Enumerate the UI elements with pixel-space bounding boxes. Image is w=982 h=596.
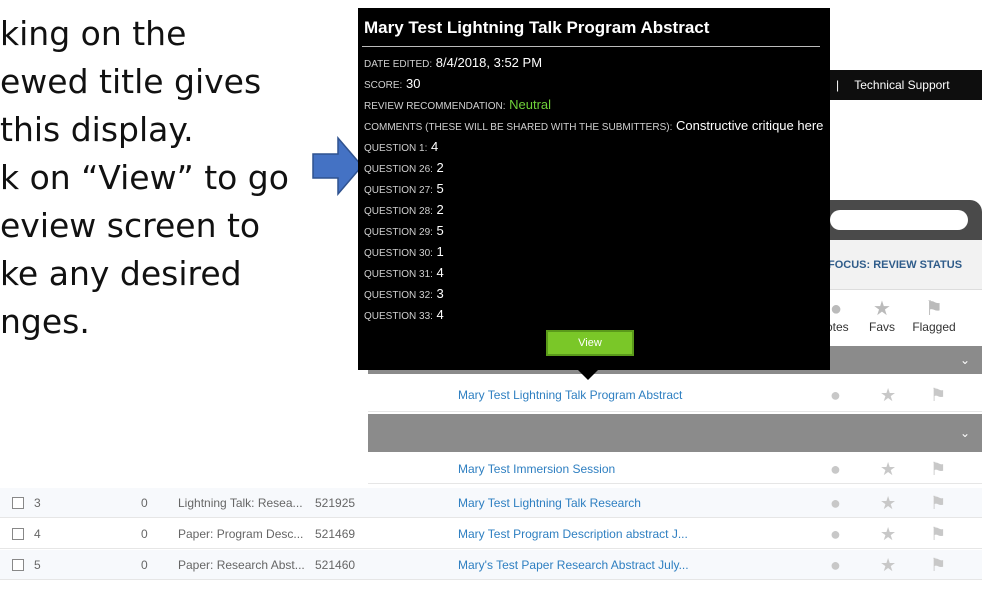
view-button[interactable]: View	[546, 330, 634, 356]
row-type: Lightning Talk: Resea...	[178, 496, 303, 510]
favs-column-label: Favs	[868, 320, 895, 334]
question-label: QUESTION 30:	[364, 248, 433, 259]
star-icon[interactable]: ★	[880, 555, 896, 576]
row-number: 3	[34, 496, 41, 510]
popup-pointer	[578, 370, 598, 380]
table-row[interactable]: 4 0 Paper: Program Desc... 521469 Mary T…	[0, 519, 982, 549]
flag-icon[interactable]: ⚑	[930, 555, 946, 576]
question-label: QUESTION 26:	[364, 164, 433, 175]
flag-icon[interactable]: ⚑	[930, 385, 946, 406]
date-edited-value: 8/4/2018, 3:52 PM	[435, 55, 543, 70]
flag-icon: ⚑	[925, 298, 943, 320]
score-value: 30	[405, 76, 421, 91]
star-icon[interactable]: ★	[880, 493, 896, 514]
question-value: 3	[436, 286, 444, 301]
question-value: 4	[430, 139, 439, 154]
recommendation-value: Neutral	[509, 97, 552, 112]
row-score: 0	[141, 558, 148, 572]
score-label: SCORE:	[364, 80, 403, 91]
row-checkbox[interactable]	[12, 497, 24, 509]
comments-label: COMMENTS (THESE WILL BE SHARED WITH THE …	[364, 122, 673, 133]
question-value: 2	[436, 160, 444, 175]
chevron-down-icon: ⌄	[959, 426, 970, 440]
row-checkbox[interactable]	[12, 528, 24, 540]
review-details: DATE EDITED: 8/4/2018, 3:52 PM SCORE: 30…	[364, 53, 824, 326]
question-label: QUESTION 1:	[364, 143, 428, 154]
submission-title-link[interactable]: Mary Test Immersion Session	[458, 462, 615, 476]
slide-line: king on the	[0, 14, 187, 53]
table-row[interactable]: Mary Test Lightning Talk Program Abstrac…	[368, 380, 982, 412]
focus-review-status[interactable]: FOCUS: REVIEW STATUS	[822, 240, 982, 290]
slide-line: ke any desired	[0, 254, 242, 293]
row-checkbox[interactable]	[12, 559, 24, 571]
question-label: QUESTION 31:	[364, 269, 433, 280]
table-row[interactable]: 3 0 Lightning Talk: Resea... 521925 Mary…	[0, 488, 982, 518]
speech-bubble-icon[interactable]: ●	[830, 555, 841, 576]
top-bar-separator: |	[836, 78, 840, 92]
popup-divider	[362, 46, 820, 47]
question-value: 5	[436, 223, 444, 238]
flagged-column-label: Flagged	[912, 320, 956, 334]
row-number: 5	[34, 558, 41, 572]
slide-line: k on “View” to go	[0, 158, 289, 197]
question-value: 4	[436, 265, 444, 280]
row-score: 0	[141, 527, 148, 541]
row-number: 4	[34, 527, 41, 541]
slide-line: eview screen to	[0, 206, 261, 245]
question-label: QUESTION 33:	[364, 311, 433, 322]
recommendation-label: REVIEW RECOMMENDATION:	[364, 101, 506, 112]
question-value: 1	[436, 244, 444, 259]
chevron-down-icon: ⌄	[959, 353, 970, 367]
star-icon: ★	[873, 298, 891, 320]
question-label: QUESTION 32:	[364, 290, 433, 301]
search-panel	[822, 200, 982, 240]
submission-title-link[interactable]: Mary Test Lightning Talk Program Abstrac…	[458, 388, 682, 402]
speech-bubble-icon[interactable]: ●	[830, 493, 841, 514]
flagged-column[interactable]: ⚑ Flagged	[910, 298, 958, 334]
slide-line: this display.	[0, 110, 194, 149]
speech-bubble-icon[interactable]: ●	[830, 385, 841, 406]
question-label: QUESTION 27:	[364, 185, 433, 196]
question-value: 2	[436, 202, 444, 217]
flag-icon[interactable]: ⚑	[930, 524, 946, 545]
group-header[interactable]: ⌄	[368, 414, 982, 452]
submission-title-link[interactable]: Mary Test Program Description abstract J…	[458, 527, 688, 541]
row-type: Paper: Program Desc...	[178, 527, 304, 541]
question-label: QUESTION 28:	[364, 206, 433, 217]
right-arrow-icon	[312, 136, 363, 196]
table-row[interactable]: Mary Test Immersion Session ● ★ ⚑	[368, 454, 982, 484]
search-input[interactable]	[830, 210, 968, 230]
star-icon[interactable]: ★	[880, 385, 896, 406]
star-icon[interactable]: ★	[880, 524, 896, 545]
row-type: Paper: Research Abst...	[178, 558, 305, 572]
row-id: 521469	[315, 527, 356, 541]
speech-bubble-icon[interactable]: ●	[830, 524, 841, 545]
flag-icon[interactable]: ⚑	[930, 459, 946, 480]
top-bar: | Technical Support	[822, 70, 982, 100]
speech-bubble-icon[interactable]: ●	[830, 459, 841, 480]
question-value: 4	[436, 307, 444, 322]
technical-support-link[interactable]: Technical Support	[854, 78, 949, 92]
submission-title-link[interactable]: Mary's Test Paper Research Abstract July…	[458, 558, 689, 572]
row-score: 0	[141, 496, 148, 510]
star-icon[interactable]: ★	[880, 459, 896, 480]
question-value: 5	[436, 181, 444, 196]
review-tooltip: Mary Test Lightning Talk Program Abstrac…	[358, 8, 830, 370]
popup-title: Mary Test Lightning Talk Program Abstrac…	[364, 18, 710, 37]
favs-column[interactable]: ★ Favs	[858, 298, 906, 334]
slide-text: king on the ewed title gives this displa…	[0, 10, 360, 346]
question-label: QUESTION 29:	[364, 227, 433, 238]
column-header-icons: ● lotes ★ Favs ⚑ Flagged	[822, 292, 982, 346]
submission-title-link[interactable]: Mary Test Lightning Talk Research	[458, 496, 641, 510]
table-row[interactable]: 5 0 Paper: Research Abst... 521460 Mary'…	[0, 550, 982, 580]
slide-line: ewed title gives	[0, 62, 262, 101]
flag-icon[interactable]: ⚑	[930, 493, 946, 514]
row-id: 521460	[315, 558, 356, 572]
row-id: 521925	[315, 496, 356, 510]
date-edited-label: DATE EDITED:	[364, 59, 433, 70]
slide-line: nges.	[0, 302, 90, 341]
comments-value: Constructive critique here	[675, 118, 824, 133]
